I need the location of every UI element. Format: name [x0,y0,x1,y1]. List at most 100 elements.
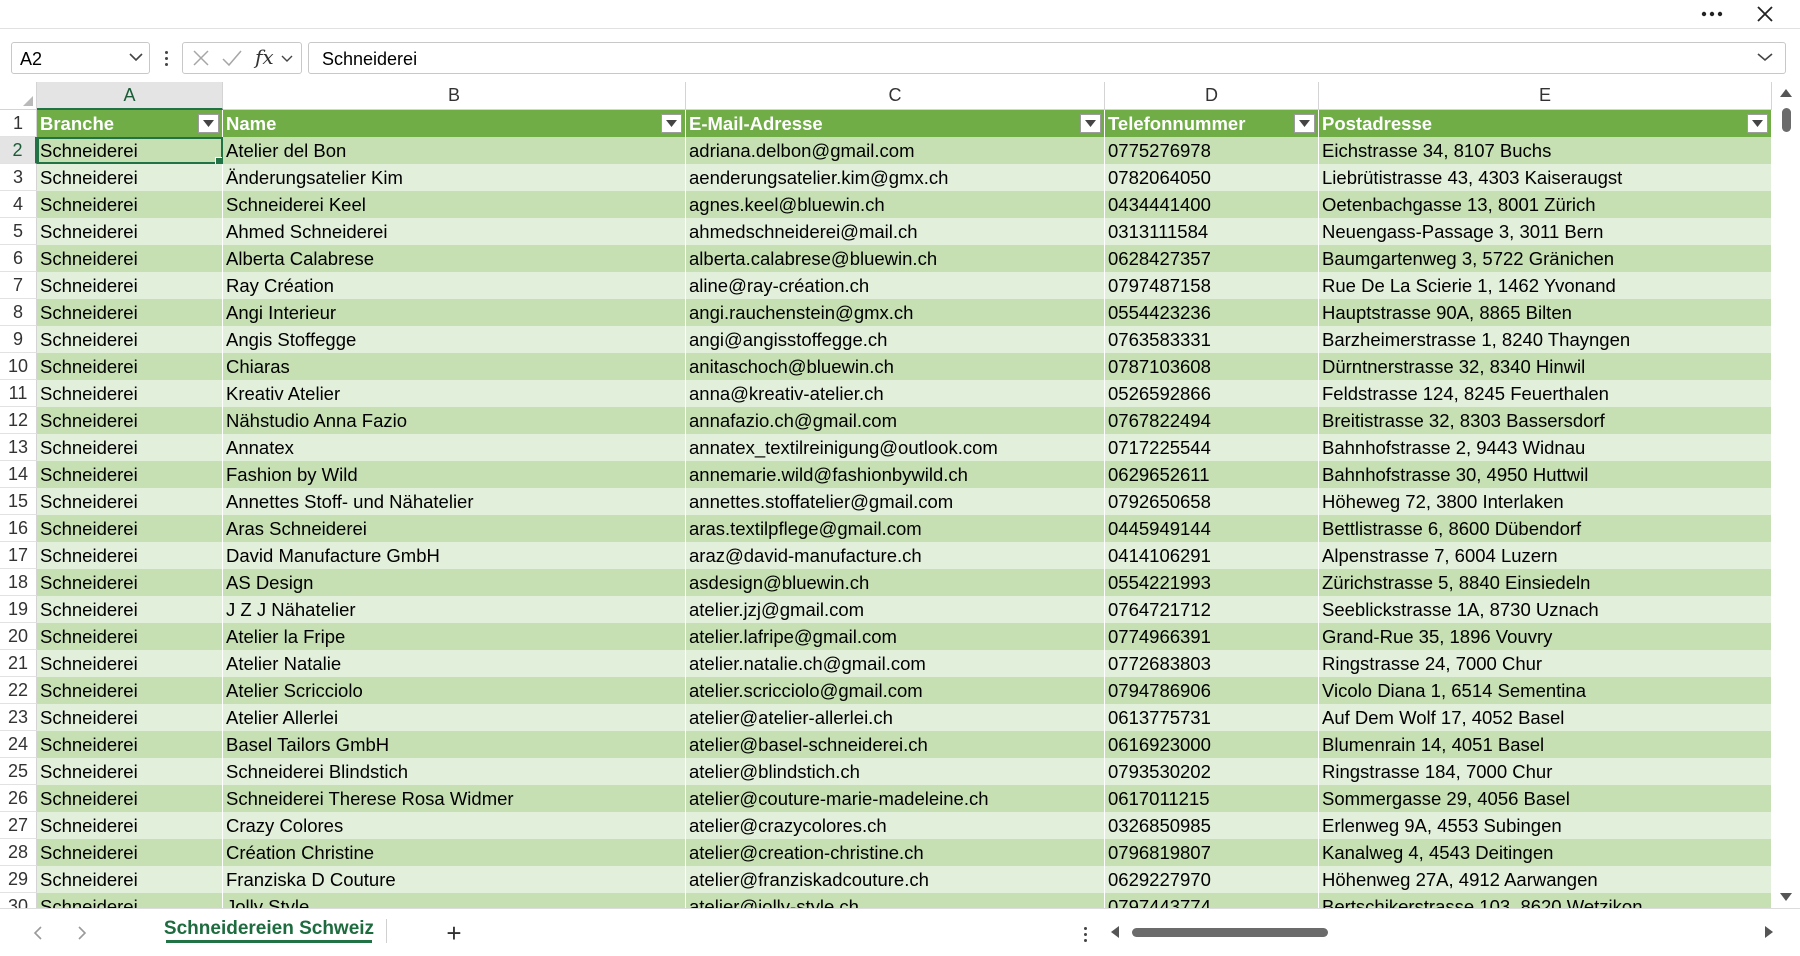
phone-cell[interactable]: 0554423236 [1105,299,1319,326]
name-cell[interactable]: Nähstudio Anna Fazio [223,407,686,434]
branche-cell[interactable]: Schneiderei [37,839,223,866]
row-header[interactable]: 13 [0,434,37,461]
phone-cell[interactable]: 0787103608 [1105,353,1319,380]
column-header-c[interactable]: C [686,82,1105,110]
phone-cell[interactable]: 0796819807 [1105,839,1319,866]
filter-dropdown-button[interactable] [1080,114,1101,133]
phone-cell[interactable]: 0414106291 [1105,542,1319,569]
email-cell[interactable]: ahmedschneiderei@mail.ch [686,218,1105,245]
row-header[interactable]: 5 [0,218,37,245]
email-cell[interactable]: angi@angisstoffegge.ch [686,326,1105,353]
row-header[interactable]: 19 [0,596,37,623]
name-cell[interactable]: Angis Stoffegge [223,326,686,353]
email-cell[interactable]: alberta.calabrese@bluewin.ch [686,245,1105,272]
scroll-right-icon[interactable] [1764,925,1774,939]
email-cell[interactable]: atelier.scricciolo@gmail.com [686,677,1105,704]
email-cell[interactable]: atelier.natalie.ch@gmail.com [686,650,1105,677]
row-header[interactable]: 2 [0,137,37,164]
branche-cell[interactable]: Schneiderei [37,407,223,434]
branche-cell[interactable]: Schneiderei [37,704,223,731]
branche-cell[interactable]: Schneiderei [37,785,223,812]
email-cell[interactable]: annemarie.wild@fashionbywild.ch [686,461,1105,488]
name-cell[interactable]: Angi Interieur [223,299,686,326]
address-cell[interactable]: Baumgartenweg 3, 5722 Gränichen [1319,245,1772,272]
address-cell[interactable]: Oetenbachgasse 13, 8001 Zürich [1319,191,1772,218]
branche-cell[interactable]: Schneiderei [37,812,223,839]
address-cell[interactable]: Ringstrasse 184, 7000 Chur [1319,758,1772,785]
chevron-down-icon[interactable] [129,52,143,62]
email-cell[interactable]: araz@david-manufacture.ch [686,542,1105,569]
name-cell[interactable]: Schneiderei Keel [223,191,686,218]
name-cell[interactable]: Alberta Calabrese [223,245,686,272]
email-cell[interactable]: angi.rauchenstein@gmx.ch [686,299,1105,326]
row-header[interactable]: 11 [0,380,37,407]
address-cell[interactable]: Blumenrain 14, 4051 Basel [1319,731,1772,758]
address-cell[interactable]: Vicolo Diana 1, 6514 Sementina [1319,677,1772,704]
branche-cell[interactable]: Schneiderei [37,569,223,596]
branche-cell[interactable]: Schneiderei [37,488,223,515]
row-header[interactable]: 22 [0,677,37,704]
row-header[interactable]: 10 [0,353,37,380]
address-cell[interactable]: Eichstrasse 34, 8107 Buchs [1319,137,1772,164]
name-cell[interactable]: Ahmed Schneiderei [223,218,686,245]
row-header[interactable]: 23 [0,704,37,731]
row-header[interactable]: 3 [0,164,37,191]
email-cell[interactable]: atelier@creation-christine.ch [686,839,1105,866]
row-header[interactable]: 21 [0,650,37,677]
name-cell[interactable]: Atelier la Fripe [223,623,686,650]
row-header[interactable]: 20 [0,623,37,650]
filter-dropdown-button[interactable] [198,114,219,133]
address-cell[interactable]: Breitistrasse 32, 8303 Bassersdorf [1319,407,1772,434]
email-cell[interactable]: atelier@basel-schneiderei.ch [686,731,1105,758]
row-header[interactable]: 1 [0,110,37,137]
phone-cell[interactable]: 0797487158 [1105,272,1319,299]
branche-cell[interactable]: Schneiderei [37,326,223,353]
name-cell[interactable]: Atelier del Bon [223,137,686,164]
address-cell[interactable]: Hauptstrasse 90A, 8865 Bilten [1319,299,1772,326]
address-cell[interactable]: Bahnhofstrasse 30, 4950 Huttwil [1319,461,1772,488]
email-cell[interactable]: atelier@franziskadcouture.ch [686,866,1105,893]
email-cell[interactable]: anna@kreativ-atelier.ch [686,380,1105,407]
header-cell[interactable]: Telefonnummer [1105,110,1319,137]
email-cell[interactable]: aline@ray-création.ch [686,272,1105,299]
name-cell[interactable]: AS Design [223,569,686,596]
branche-cell[interactable]: Schneiderei [37,137,223,164]
column-header-e[interactable]: E [1319,82,1772,110]
phone-cell[interactable]: 0313111584 [1105,218,1319,245]
name-cell[interactable]: Fashion by Wild [223,461,686,488]
address-cell[interactable]: Dürntnerstrasse 32, 8340 Hinwil [1319,353,1772,380]
filter-dropdown-button[interactable] [661,114,682,133]
branche-cell[interactable]: Schneiderei [37,218,223,245]
branche-cell[interactable]: Schneiderei [37,299,223,326]
address-cell[interactable]: Liebrütistrasse 43, 4303 Kaiseraugst [1319,164,1772,191]
phone-cell[interactable]: 0792650658 [1105,488,1319,515]
name-cell[interactable]: Atelier Natalie [223,650,686,677]
phone-cell[interactable]: 0794786906 [1105,677,1319,704]
branche-cell[interactable]: Schneiderei [37,272,223,299]
branche-cell[interactable]: Schneiderei [37,866,223,893]
address-cell[interactable]: Kanalweg 4, 4543 Deitingen [1319,839,1772,866]
address-cell[interactable]: Auf Dem Wolf 17, 4052 Basel [1319,704,1772,731]
address-cell[interactable]: Höheweg 72, 3800 Interlaken [1319,488,1772,515]
header-cell[interactable]: Branche [37,110,223,137]
scroll-left-icon[interactable] [1110,925,1120,939]
name-cell[interactable]: Annatex [223,434,686,461]
name-cell[interactable]: Kreativ Atelier [223,380,686,407]
phone-cell[interactable]: 0629227970 [1105,866,1319,893]
header-cell[interactable]: Postadresse [1319,110,1772,137]
phone-cell[interactable]: 0629652611 [1105,461,1319,488]
checkmark-icon[interactable] [221,48,243,68]
row-header[interactable]: 27 [0,812,37,839]
row-header[interactable]: 26 [0,785,37,812]
email-cell[interactable]: aenderungsatelier.kim@gmx.ch [686,164,1105,191]
email-cell[interactable]: asdesign@bluewin.ch [686,569,1105,596]
email-cell[interactable]: atelier.lafripe@gmail.com [686,623,1105,650]
row-header[interactable]: 14 [0,461,37,488]
address-cell[interactable]: Zürichstrasse 5, 8840 Einsiedeln [1319,569,1772,596]
name-cell[interactable]: Basel Tailors GmbH [223,731,686,758]
row-header[interactable]: 18 [0,569,37,596]
row-header[interactable]: 25 [0,758,37,785]
name-cell[interactable]: Création Christine [223,839,686,866]
header-cell[interactable]: E-Mail-Adresse [686,110,1105,137]
phone-cell[interactable]: 0628427357 [1105,245,1319,272]
